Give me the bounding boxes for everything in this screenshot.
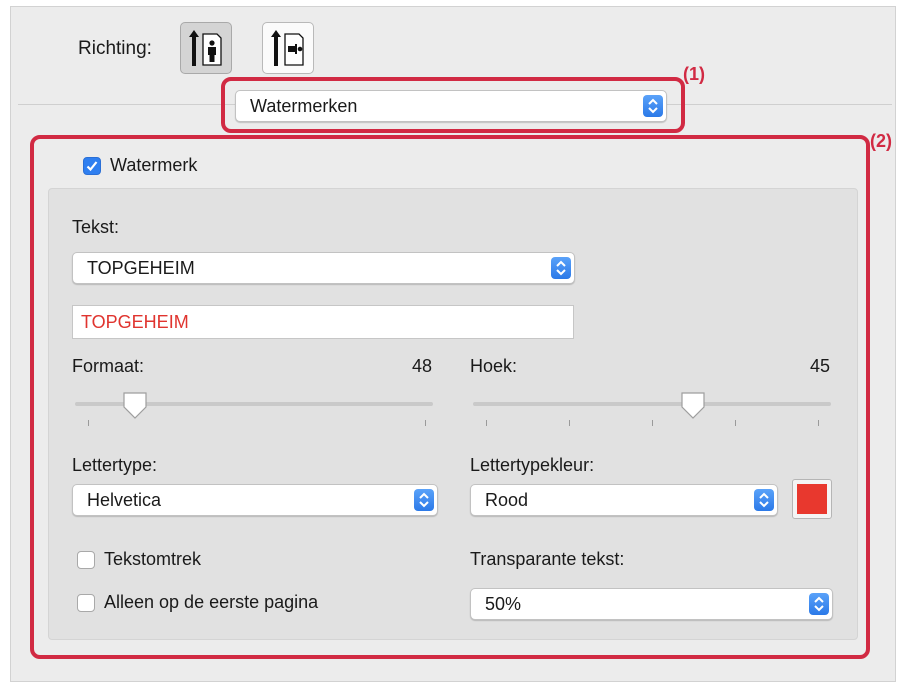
portrait-orientation-button[interactable] xyxy=(180,22,232,74)
angle-value: 45 xyxy=(810,356,831,376)
font-color-label: Lettertypekleur: xyxy=(470,455,595,475)
landscape-orientation-icon xyxy=(271,30,304,66)
callout-1-highlight xyxy=(221,77,685,133)
transparency-select[interactable]: 50% xyxy=(470,588,833,620)
font-label: Lettertype: xyxy=(72,455,158,475)
landscape-orientation-button[interactable] xyxy=(262,22,314,74)
watermark-checkbox[interactable] xyxy=(83,157,101,175)
orientation-label: Richting: xyxy=(78,38,152,59)
portrait-orientation-icon xyxy=(189,30,222,66)
popup-arrows-icon xyxy=(551,257,571,279)
popup-arrows-icon xyxy=(414,489,434,511)
outline-checkbox[interactable] xyxy=(77,551,95,569)
first-page-checkbox[interactable] xyxy=(77,594,95,612)
popup-arrows-icon xyxy=(809,593,829,615)
angle-slider-thumb[interactable] xyxy=(679,391,707,421)
slider-tick xyxy=(735,420,736,426)
angle-slider-track xyxy=(473,402,831,406)
outline-label: Tekstomtrek xyxy=(104,549,202,569)
slider-tick xyxy=(652,420,653,426)
size-label: Formaat: xyxy=(72,356,145,376)
color-swatch xyxy=(797,484,827,514)
font-color-select[interactable]: Rood xyxy=(470,484,778,516)
font-color-value: Rood xyxy=(485,490,529,510)
transparency-label: Transparante tekst: xyxy=(470,549,625,569)
text-label: Tekst: xyxy=(72,217,120,237)
slider-tick xyxy=(818,420,819,426)
first-page-label: Alleen op de eerste pagina xyxy=(104,592,319,612)
popup-arrows-icon xyxy=(754,489,774,511)
font-select[interactable]: Helvetica xyxy=(72,484,438,516)
size-slider-thumb[interactable] xyxy=(121,391,149,421)
watermark-text-value: TOPGEHEIM xyxy=(81,312,189,332)
checkmark-icon xyxy=(86,161,98,172)
slider-tick xyxy=(569,420,570,426)
watermark-text-input[interactable]: TOPGEHEIM xyxy=(72,305,574,339)
color-swatch-button[interactable] xyxy=(792,479,832,519)
callout-2-label: (2) xyxy=(870,131,892,151)
slider-tick xyxy=(88,420,89,426)
slider-tick xyxy=(425,420,426,426)
watermark-checkbox-label: Watermerk xyxy=(110,155,198,175)
font-value: Helvetica xyxy=(87,490,162,510)
size-value: 48 xyxy=(412,356,433,376)
slider-tick xyxy=(486,420,487,426)
transparency-value: 50% xyxy=(485,594,522,614)
angle-label: Hoek: xyxy=(470,356,518,376)
text-preset-select[interactable]: TOPGEHEIM xyxy=(72,252,575,284)
callout-1-label: (1) xyxy=(683,64,705,84)
text-preset-value: TOPGEHEIM xyxy=(87,258,195,278)
